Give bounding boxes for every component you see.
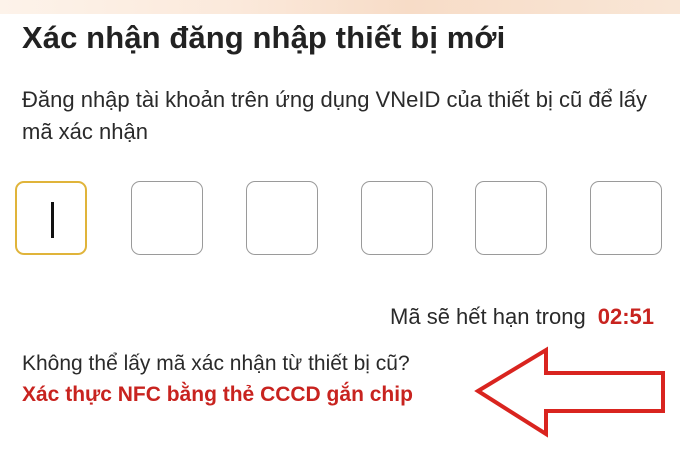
otp-digit-5[interactable] bbox=[475, 181, 547, 255]
nfc-verify-link[interactable]: Xác thực NFC bằng thẻ CCCD gắn chip bbox=[22, 383, 413, 407]
page-subtitle: Đăng nhập tài khoản trên ứng dụng VNeID … bbox=[22, 87, 648, 144]
text-caret bbox=[51, 202, 54, 238]
otp-digit-1[interactable] bbox=[15, 181, 87, 255]
otp-digit-2[interactable] bbox=[131, 181, 203, 255]
otp-digit-3[interactable] bbox=[246, 181, 318, 255]
fallback-question: Không thể lấy mã xác nhận từ thiết bị cũ… bbox=[22, 352, 410, 375]
otp-digit-4[interactable] bbox=[361, 181, 433, 255]
header-decoration bbox=[0, 0, 680, 14]
left-arrow-icon bbox=[474, 346, 665, 438]
otp-input-group bbox=[15, 181, 665, 257]
timer-label: Mã sẽ hết hạn trong bbox=[390, 304, 586, 329]
expiry-timer: Mã sẽ hết hạn trong 02:51 bbox=[390, 304, 654, 330]
timer-countdown: 02:51 bbox=[597, 304, 654, 329]
page-title: Xác nhận đăng nhập thiết bị mới bbox=[22, 20, 506, 55]
otp-digit-6[interactable] bbox=[590, 181, 662, 255]
